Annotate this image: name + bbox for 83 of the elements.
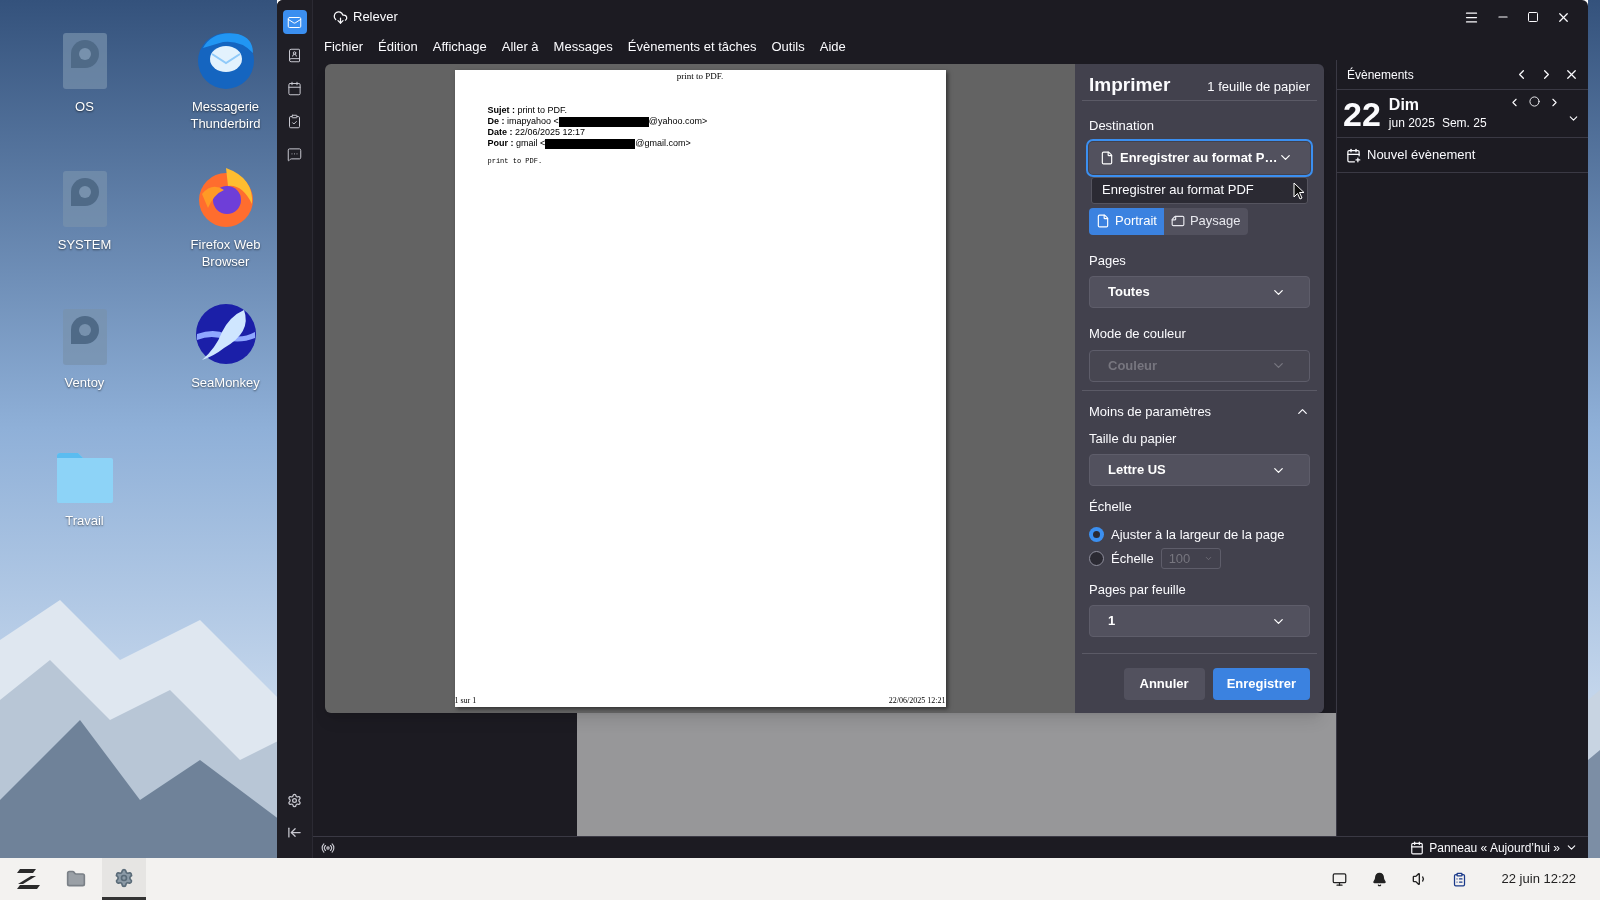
dropdown-select[interactable]: Lettre US (1089, 454, 1310, 486)
desktop-icon-label[interactable]: Firefox Web Browser (175, 236, 276, 270)
calendar-icon (1410, 840, 1425, 855)
menu-icon (1463, 9, 1479, 25)
sheet-count: 1 feuille de papier (1207, 78, 1310, 96)
field-label: Pages (1089, 251, 1127, 270)
month-year: jun 2025 (1388, 114, 1435, 132)
cloud-download-icon (333, 9, 348, 25)
taskbar-app[interactable] (102, 858, 146, 900)
radio-label: Ajuster à la largeur de la page (1111, 525, 1285, 544)
header-field: Sujet : print to PDF. (487, 105, 568, 116)
page-icon (1096, 214, 1110, 228)
clock[interactable]: 22 juin 12:22 (1501, 869, 1576, 889)
menu-item[interactable]: Évènements et tâches (620, 37, 764, 57)
orientation-toggle[interactable]: Portrait (1089, 207, 1164, 235)
field-label: Pages par feuille (1089, 580, 1187, 599)
weekday: Dim (1388, 95, 1421, 114)
bell-icon (1372, 871, 1388, 887)
save-button[interactable]: Enregistrer (1212, 667, 1310, 700)
monitor-icon (1332, 871, 1348, 887)
page-footer: 22/06/2025 12:21 (888, 696, 946, 706)
week-number: Sem. 25 (1441, 114, 1487, 132)
dialog-title: Imprimer (1089, 73, 1171, 97)
header-field: De : imapyahoo < (487, 116, 559, 127)
close-icon (1564, 67, 1579, 82)
maximize-icon (1527, 11, 1539, 23)
menu-item[interactable]: Affichage (425, 37, 494, 57)
orientation-toggle[interactable]: Paysage (1163, 207, 1248, 235)
gear-icon (114, 867, 134, 888)
radio-label: Échelle (1111, 549, 1154, 568)
cancel-button[interactable]: Annuler (1123, 667, 1205, 700)
drive-icon (61, 32, 108, 90)
today-pane-button[interactable]: Panneau « Aujourd’hui » (1410, 838, 1578, 857)
header-field: @yahoo.com> (648, 116, 708, 127)
menu-item[interactable]: Messages (546, 37, 620, 57)
desktop-icon-label[interactable]: Messagerie Thunderbird (175, 98, 276, 132)
settings-icon (287, 792, 302, 808)
circle-icon (1528, 96, 1540, 107)
field-label: Échelle (1089, 498, 1133, 516)
drive-icon (61, 170, 108, 228)
menu-item[interactable]: Fichier (317, 37, 370, 57)
desktop-icon-label[interactable]: SYSTEM (34, 236, 135, 253)
dropdown-select[interactable]: Enregistrer au format P… (1089, 141, 1310, 174)
envelope-icon (287, 14, 302, 30)
field-label: Mode de couleur (1089, 325, 1187, 343)
header-field: Date : 22/06/2025 12:17 (487, 127, 586, 138)
connection-icon (321, 840, 335, 855)
panel-title: Évènements (1347, 66, 1415, 84)
sea-feather-icon (193, 302, 258, 366)
page-icon (1170, 214, 1185, 228)
menu-item[interactable]: Outils (764, 37, 812, 57)
folder-icon (66, 869, 86, 889)
new-event-button[interactable]: Nouvel évènement (1337, 138, 1588, 173)
clipboard-check-icon (287, 113, 302, 129)
radio-button[interactable] (1089, 551, 1104, 566)
menu-item[interactable]: Édition (371, 37, 425, 57)
file-icon (1100, 150, 1114, 165)
header-field: @gmail.com> (635, 138, 691, 149)
spinner-icon (1203, 554, 1213, 563)
chat-bubble-icon (287, 146, 302, 162)
get-messages-button[interactable]: Relever (329, 7, 402, 27)
header-field: Pour : gmail < (487, 138, 546, 149)
drive-icon (61, 308, 108, 366)
desktop-icon-label[interactable]: OS (34, 98, 135, 115)
field-label: Taille du papier (1089, 429, 1178, 448)
menu-item[interactable]: Aide (812, 37, 853, 57)
page-header: print to PDF. (676, 71, 724, 82)
dropdown-select[interactable]: 1 (1089, 605, 1310, 637)
clipboard-icon (1452, 871, 1468, 887)
address-book-icon (287, 47, 302, 63)
menu-item[interactable]: Aller à (494, 37, 546, 57)
calendar-plus-icon (1346, 147, 1361, 163)
mouse-pointer-icon (1293, 182, 1305, 200)
logo-icon (14, 868, 42, 890)
page-footer: 1 sur 1 (454, 696, 477, 706)
more-settings-toggle[interactable]: Moins de paramètres (1089, 397, 1310, 426)
dropdown-select[interactable]: Toutes (1089, 276, 1310, 308)
day-number: 22 (1343, 96, 1381, 131)
radio-button[interactable] (1089, 527, 1104, 542)
calendar-icon (287, 80, 302, 96)
field-label: Destination (1089, 117, 1156, 135)
dropdown-option[interactable]: Enregistrer au format PDF (1091, 176, 1308, 204)
mail-button[interactable] (282, 10, 307, 34)
